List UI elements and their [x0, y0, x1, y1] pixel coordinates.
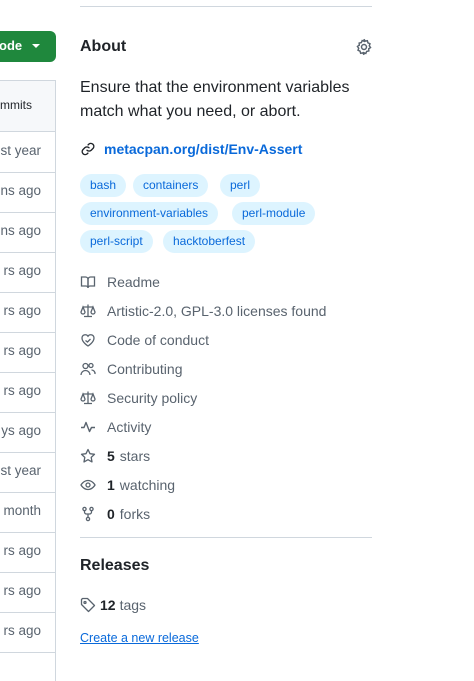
topic-tag[interactable]: containers [133, 174, 209, 197]
activity-label: Activity [107, 419, 152, 435]
law-icon [80, 391, 96, 405]
commits-link[interactable]: mmits [0, 81, 55, 132]
table-row[interactable]: rs ago [0, 612, 55, 653]
commit-time: rs ago [3, 543, 41, 558]
table-row[interactable]: st year [0, 132, 55, 173]
table-row[interactable]: rs ago [0, 372, 55, 413]
watchers-link[interactable]: 1 watching [80, 474, 175, 496]
about-heading: About [80, 38, 127, 55]
table-row[interactable]: rs ago [0, 532, 55, 573]
table-row[interactable]: ns ago [0, 212, 55, 253]
watching-count: 1 [107, 477, 115, 493]
tags-link[interactable]: 12 tags [80, 595, 146, 615]
readme-label: Readme [107, 274, 160, 290]
license-link[interactable]: Artistic-2.0, GPL-3.0 licenses found [80, 300, 326, 322]
security-label: Security policy [107, 390, 198, 406]
releases-heading[interactable]: Releases [80, 557, 149, 575]
commit-time: ys ago [1, 423, 41, 438]
topic-tag[interactable]: bash [80, 174, 127, 197]
stars-count: 5 [107, 448, 115, 464]
code-of-conduct-icon [81, 334, 95, 347]
topic-tag[interactable]: hacktoberfest [163, 230, 256, 253]
commit-time: rs ago [3, 583, 41, 598]
commit-time: rs ago [3, 263, 41, 278]
homepage-row: metacpan.org/dist/Env-Assert [80, 139, 302, 159]
commit-time: month [3, 503, 41, 518]
star-icon [80, 448, 96, 463]
chevron-down-icon [32, 44, 40, 48]
topic-tag[interactable]: perl-module [232, 202, 316, 225]
stars-label: stars [119, 448, 151, 464]
table-row[interactable]: month [0, 492, 55, 533]
forks-label: forks [119, 506, 151, 522]
divider [80, 6, 372, 7]
stars-link[interactable]: 5 stars [80, 445, 150, 467]
table-row[interactable]: rs ago [0, 292, 55, 333]
table-row[interactable]: st year [0, 452, 55, 493]
tags-count: 12 [100, 597, 116, 613]
contributing-link[interactable]: Contributing [80, 358, 183, 380]
table-row[interactable]: rs ago [0, 252, 55, 293]
readme-link[interactable]: Readme [80, 271, 160, 293]
link-icon [81, 142, 95, 156]
tags-label: tags [119, 597, 147, 613]
commit-time: st year [0, 463, 41, 478]
topic-tag[interactable]: perl-script [80, 230, 153, 253]
pulse-icon [81, 421, 95, 433]
law-icon [80, 304, 96, 318]
table-row[interactable]: rs ago [0, 332, 55, 373]
file-table: mmits st year ns ago ns ago rs ago rs ag… [0, 80, 56, 681]
commit-time: st year [0, 143, 41, 158]
topic-tag[interactable]: perl [220, 174, 261, 197]
topic-tag[interactable]: environment-variables [80, 202, 219, 225]
commit-time: rs ago [3, 383, 41, 398]
security-link[interactable]: Security policy [80, 387, 197, 409]
conduct-label: Code of conduct [107, 332, 209, 348]
watching-label: watching [119, 477, 176, 493]
table-row[interactable]: ys ago [0, 412, 55, 453]
forks-count: 0 [107, 506, 115, 522]
fork-icon [82, 506, 94, 522]
gear-icon[interactable] [355, 38, 373, 56]
table-row[interactable]: ns ago [0, 172, 55, 213]
create-release-link[interactable]: Create a new release [80, 631, 199, 645]
license-label: Artistic-2.0, GPL-3.0 licenses found [107, 303, 327, 319]
eye-icon [80, 479, 96, 491]
table-row[interactable]: rs ago [0, 572, 55, 613]
repo-description: Ensure that the environment variables ma… [80, 79, 350, 120]
commit-time: ns ago [0, 183, 41, 198]
commit-time: rs ago [3, 303, 41, 318]
forks-link[interactable]: 0 forks [80, 503, 150, 525]
people-icon [80, 362, 96, 376]
commit-time: rs ago [3, 623, 41, 638]
activity-link[interactable]: Activity [80, 416, 151, 438]
divider [80, 537, 372, 538]
book-icon [80, 276, 96, 289]
homepage-link[interactable]: metacpan.org/dist/Env-Assert [104, 141, 302, 157]
conduct-link[interactable]: Code of conduct [80, 329, 209, 351]
commit-time: rs ago [3, 343, 41, 358]
code-button-label: ode [0, 38, 23, 53]
commits-label: mmits [0, 98, 32, 112]
code-button[interactable]: ode [0, 31, 56, 62]
contributing-label: Contributing [107, 361, 183, 377]
file-list-panel: ode mmits st year ns ago ns ago rs ago r… [0, 0, 56, 681]
tag-icon [80, 597, 96, 613]
commit-time: ns ago [0, 223, 41, 238]
